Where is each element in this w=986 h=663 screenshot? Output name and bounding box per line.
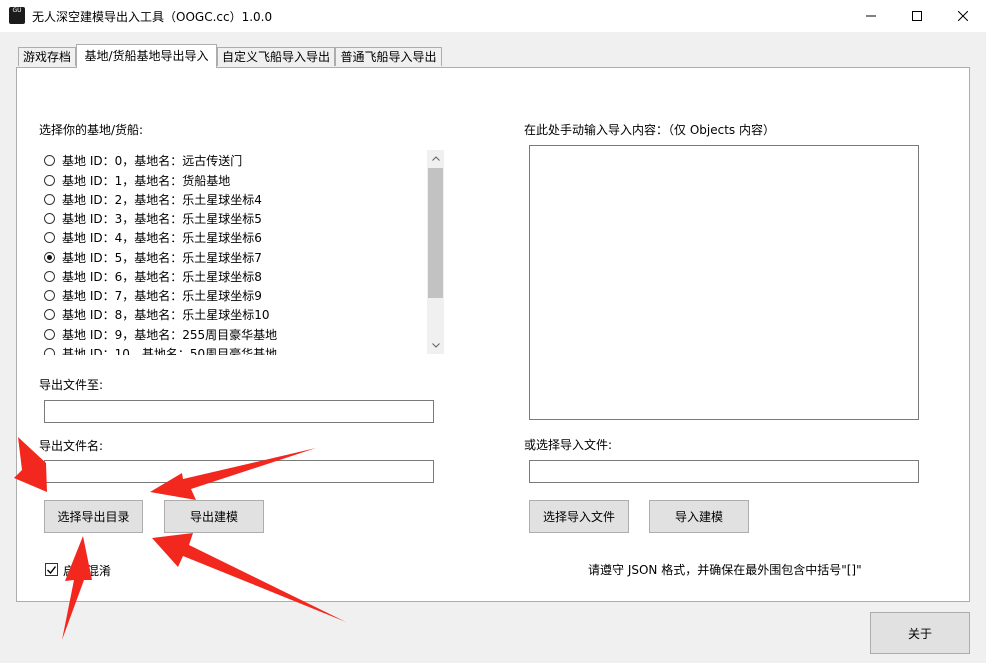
export-model-button[interactable]: 导出建模 xyxy=(164,500,264,533)
maximize-icon xyxy=(912,11,922,21)
base-label: 基地 ID：0，基地名：远古传送门 xyxy=(62,154,243,168)
radio-button[interactable] xyxy=(44,271,55,282)
radio-button[interactable] xyxy=(44,194,55,205)
minimize-icon xyxy=(866,15,876,17)
maximize-button[interactable] xyxy=(894,0,940,32)
scroll-up-icon[interactable] xyxy=(427,150,444,167)
base-radio-item[interactable]: 基地 ID：1，基地名：货船基地 xyxy=(40,171,230,190)
radio-button[interactable] xyxy=(44,213,55,224)
base-radio-item[interactable]: 基地 ID：4，基地名：乐土星球坐标6 xyxy=(40,228,262,247)
base-label: 基地 ID：6，基地名：乐土星球坐标8 xyxy=(62,270,262,284)
choose-export-dir-button[interactable]: 选择导出目录 xyxy=(44,500,143,533)
base-radio-item[interactable]: 基地 ID：10，基地名：50周目豪华基地 xyxy=(40,344,277,355)
base-label: 基地 ID：7，基地名：乐土星球坐标9 xyxy=(62,289,262,303)
close-button[interactable] xyxy=(940,0,986,32)
radio-button[interactable] xyxy=(44,175,55,186)
base-radio-item[interactable]: 基地 ID：8，基地名：乐土星球坐标10 xyxy=(40,305,270,324)
base-label: 基地 ID：1，基地名：货船基地 xyxy=(62,174,231,188)
base-label: 基地 ID：2，基地名：乐土星球坐标4 xyxy=(62,193,262,207)
scroll-down-icon[interactable] xyxy=(427,337,444,354)
app-icon-text: GU xyxy=(12,7,22,14)
scrollbar-thumb[interactable] xyxy=(428,168,443,298)
base-label: 基地 ID：4，基地名：乐土星球坐标6 xyxy=(62,231,262,245)
manual-import-textarea[interactable] xyxy=(529,145,919,420)
json-hint-text: 请遵守 JSON 格式，并确保在最外围包含中括号"[]" xyxy=(588,563,862,577)
base-list-scrollbar[interactable] xyxy=(427,150,444,354)
export-to-label: 导出文件至: xyxy=(39,378,104,392)
export-filename-input[interactable] xyxy=(44,460,434,483)
radio-button[interactable] xyxy=(44,155,55,166)
choose-import-file-button[interactable]: 选择导入文件 xyxy=(529,500,629,533)
base-radio-item[interactable]: 基地 ID：0，基地名：远古传送门 xyxy=(40,151,242,170)
tab-normal-ship[interactable]: 普通飞船导入导出 xyxy=(335,47,442,66)
base-label: 基地 ID：8，基地名：乐土星球坐标10 xyxy=(62,308,270,322)
radio-button-selected[interactable] xyxy=(44,252,55,263)
base-label: 基地 ID：3，基地名：乐土星球坐标5 xyxy=(62,212,262,226)
tab-custom-ship[interactable]: 自定义飞船导入导出 xyxy=(217,47,335,66)
minimize-button[interactable] xyxy=(848,0,894,32)
import-file-input[interactable] xyxy=(529,460,919,483)
radio-button[interactable] xyxy=(44,329,55,340)
radio-button[interactable] xyxy=(44,232,55,243)
radio-button[interactable] xyxy=(44,290,55,301)
radio-button[interactable] xyxy=(44,348,55,355)
obfuscate-label: 启用混淆 xyxy=(63,564,112,578)
base-radio-item[interactable]: 基地 ID：2，基地名：乐土星球坐标4 xyxy=(40,190,262,209)
app-icon: GU xyxy=(9,7,25,24)
base-label: 基地 ID：9，基地名：255周目豪华基地 xyxy=(62,328,278,342)
checkmark-icon xyxy=(47,565,56,574)
base-radio-item[interactable]: 基地 ID：9，基地名：255周目豪华基地 xyxy=(40,325,277,344)
select-base-label: 选择你的基地/货船: xyxy=(39,123,144,137)
radio-button[interactable] xyxy=(44,309,55,320)
base-label: 基地 ID：5，基地名：乐土星球坐标7 xyxy=(62,251,262,265)
about-button[interactable]: 关于 xyxy=(870,612,970,654)
base-radio-list: 基地 ID：0，基地名：远古传送门 基地 ID：1，基地名：货船基地 基地 ID… xyxy=(40,150,444,355)
export-path-input[interactable] xyxy=(44,400,434,423)
tab-game-save[interactable]: 游戏存档 xyxy=(18,47,76,66)
import-model-button[interactable]: 导入建模 xyxy=(649,500,749,533)
tab-base-export-import[interactable]: 基地/货船基地导出导入 xyxy=(76,44,217,68)
base-radio-item[interactable]: 基地 ID：7，基地名：乐土星球坐标9 xyxy=(40,286,262,305)
base-radio-item[interactable]: 基地 ID：6，基地名：乐土星球坐标8 xyxy=(40,267,262,286)
close-icon xyxy=(958,11,968,21)
window-title: 无人深空建模导出入工具（OOGC.cc）1.0.0 xyxy=(32,10,273,24)
export-filename-label: 导出文件名: xyxy=(39,439,104,453)
or-choose-file-label: 或选择导入文件: xyxy=(524,438,613,452)
base-label: 基地 ID：10，基地名：50周目豪华基地 xyxy=(62,347,278,355)
base-radio-item[interactable]: 基地 ID：3，基地名：乐土星球坐标5 xyxy=(40,209,262,228)
manual-input-label: 在此处手动输入导入内容：（仅 Objects 内容） xyxy=(524,123,775,137)
base-radio-item[interactable]: 基地 ID：5，基地名：乐土星球坐标7 xyxy=(40,248,262,267)
obfuscate-checkbox[interactable] xyxy=(45,563,58,576)
